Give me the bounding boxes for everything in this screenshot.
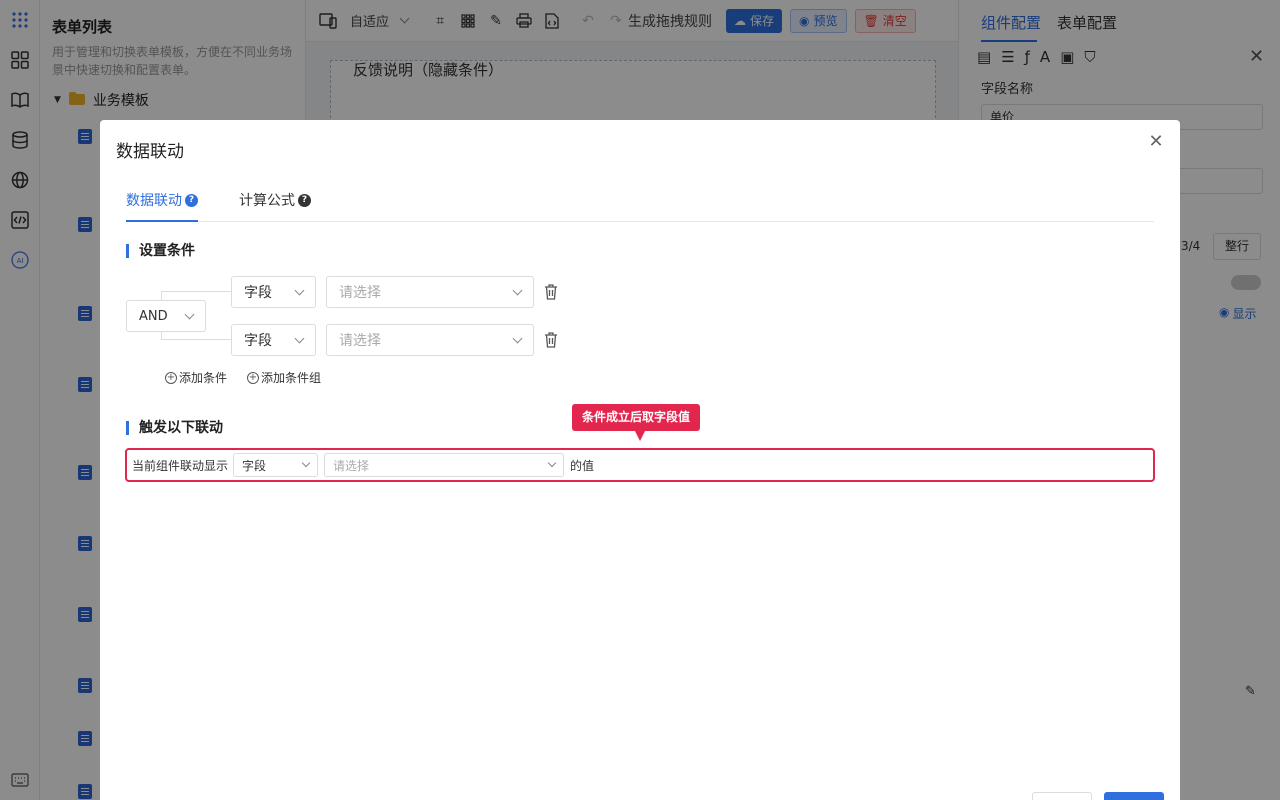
linkage-field-type-select[interactable]: 字段 [233,453,318,477]
modal-title: 数据联动 [116,142,184,162]
delete-condition-icon[interactable] [544,284,560,300]
data-linkage-modal: 数据联动 ✕ 数据联动 ? 计算公式 ? 设置条件 AND 字段 请选择 字段 … [100,120,1180,800]
chevron-down-icon [184,309,195,319]
help-icon[interactable]: ? [185,193,198,207]
tab-underline [126,220,198,222]
select-placeholder: 请选择 [333,458,370,473]
confirm-button[interactable] [1104,792,1164,800]
close-icon[interactable]: ✕ [1148,133,1164,151]
help-icon[interactable]: ? [298,193,311,207]
select-value: 字段 [244,333,272,349]
linkage-prefix: 当前组件联动显示 [132,459,229,473]
condition-field-type-select[interactable]: 字段 [231,276,316,308]
linkage-action-row: 当前组件联动显示 字段 请选择 的值 [125,448,1155,482]
add-condition-group-button[interactable]: + 添加条件组 [247,369,321,386]
add-condition-button[interactable]: + 添加条件 [165,369,227,386]
chevron-down-icon [301,458,311,468]
select-value: 字段 [244,285,272,301]
plus-circle-icon: + [247,371,259,384]
chevron-down-icon [512,333,523,343]
chevron-down-icon [512,285,523,295]
tab-label: 数据联动 [126,193,182,209]
tab-formula[interactable]: 计算公式 ? [239,190,311,210]
logic-operator-value: AND [139,308,168,324]
chevron-down-icon [294,285,305,295]
chevron-down-icon [294,333,305,343]
tab-data-linkage[interactable]: 数据联动 ? [126,190,198,210]
add-group-label: 添加条件组 [261,371,322,385]
hint-tooltip: 条件成立后取字段值 [572,404,701,441]
add-condition-label: 添加条件 [179,371,228,385]
section-title-conditions: 设置条件 [126,244,195,258]
select-value: 字段 [242,458,267,473]
plus-circle-icon: + [165,371,177,384]
chevron-down-icon [547,458,557,468]
linkage-suffix: 的值 [570,459,595,473]
select-placeholder: 请选择 [339,333,381,349]
linkage-field-select[interactable]: 请选择 [324,453,564,477]
tab-label: 计算公式 [239,193,295,209]
condition-field-select[interactable]: 请选择 [326,324,534,356]
condition-field-select[interactable]: 请选择 [326,276,534,308]
section-title-trigger: 触发以下联动 [126,421,223,435]
condition-field-type-select[interactable]: 字段 [231,324,316,356]
modal-tabs: 数据联动 ? 计算公式 ? [126,184,1154,222]
logic-operator-select[interactable]: AND [126,300,206,332]
delete-condition-icon[interactable] [544,332,560,348]
select-placeholder: 请选择 [339,285,381,301]
tree-connector [161,332,231,340]
cancel-button[interactable] [1032,792,1092,800]
